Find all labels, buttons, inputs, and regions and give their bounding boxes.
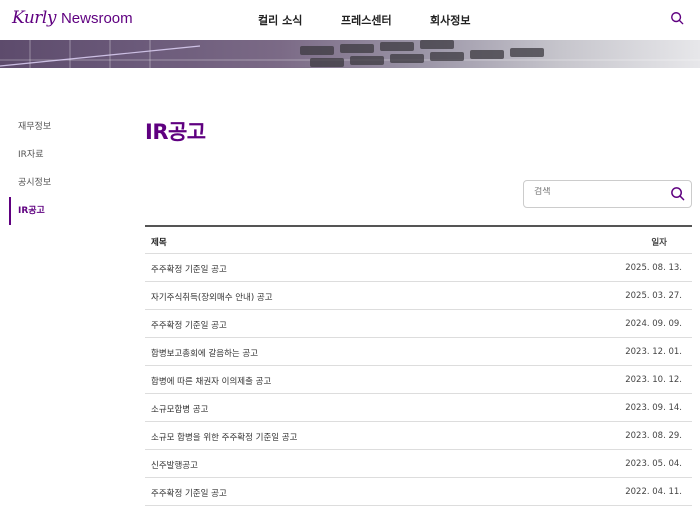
page-title: IR공고 [145,120,206,144]
table-row[interactable]: 소규모 합병을 위한 주주확정 기준일 공고 2023. 08. 29. [145,422,692,450]
search-icon[interactable] [670,11,684,25]
notice-title[interactable]: 신주발행공고 [151,459,198,471]
main-nav: 컬리 소식 프레스센터 회사정보 [0,12,700,28]
notice-date: 2022. 04. 11. [625,487,682,497]
column-header-title: 제목 [151,238,167,248]
notice-date: 2023. 05. 04. [625,459,682,469]
notice-title[interactable]: 합병에 따른 채권자 이의제출 공고 [151,375,271,387]
sidebar: 재무정보 IR자료 공시정보 IR공고 [9,113,119,225]
search-button-icon[interactable] [670,186,685,201]
table-row[interactable]: 주주확정 기준일 공고 2025. 08. 13. [145,254,692,282]
notice-date: 2023. 08. 29. [625,431,682,441]
sidebar-item-financial-info[interactable]: 재무정보 [9,113,119,141]
nav-item-press-center[interactable]: 프레스센터 [341,12,392,28]
table-row[interactable]: 소규모합병 공고 2023. 09. 14. [145,394,692,422]
nav-item-company-info[interactable]: 회사정보 [430,12,470,28]
sidebar-item-ir-materials[interactable]: IR자료 [9,141,119,169]
search-box [523,180,692,208]
search-input[interactable] [534,187,664,197]
column-header-date: 일자 [651,238,667,248]
table-header-row: 제목 일자 [145,227,692,254]
table-row[interactable]: 자기주식취득(장외매수 안내) 공고 2025. 03. 27. [145,282,692,310]
notice-title[interactable]: 소규모 합병을 위한 주주확정 기준일 공고 [151,431,297,443]
notice-date: 2025. 08. 13. [625,263,682,273]
table-row[interactable]: 합병보고총회에 갈음하는 공고 2023. 12. 01. [145,338,692,366]
sidebar-item-ir-notices[interactable]: IR공고 [9,197,119,225]
header: Kurly Newsroom 컬리 소식 프레스센터 회사정보 [0,0,700,40]
notice-table: 제목 일자 주주확정 기준일 공고 2025. 08. 13. 자기주식취득(장… [145,225,692,506]
table-row[interactable]: 합병에 따른 채권자 이의제출 공고 2023. 10. 12. [145,366,692,394]
table-row[interactable]: 주주확정 기준일 공고 2022. 04. 11. [145,478,692,506]
notice-title[interactable]: 주주확정 기준일 공고 [151,487,227,499]
notice-date: 2023. 12. 01. [625,347,682,357]
banner-graphic [0,40,700,68]
notice-title[interactable]: 자기주식취득(장외매수 안내) 공고 [151,291,273,303]
hero-banner [0,40,700,68]
notice-title[interactable]: 소규모합병 공고 [151,403,208,415]
notice-title[interactable]: 주주확정 기준일 공고 [151,263,227,275]
table-row[interactable]: 주주확정 기준일 공고 2024. 09. 09. [145,310,692,338]
notice-date: 2023. 10. 12. [625,375,682,385]
nav-item-kurly-news[interactable]: 컬리 소식 [258,12,302,28]
table-row[interactable]: 신주발행공고 2023. 05. 04. [145,450,692,478]
sidebar-item-disclosures[interactable]: 공시정보 [9,169,119,197]
notice-date: 2023. 09. 14. [625,403,682,413]
notice-title[interactable]: 합병보고총회에 갈음하는 공고 [151,347,258,359]
notice-date: 2024. 09. 09. [625,319,682,329]
notice-title[interactable]: 주주확정 기준일 공고 [151,319,227,331]
notice-date: 2025. 03. 27. [625,291,682,301]
